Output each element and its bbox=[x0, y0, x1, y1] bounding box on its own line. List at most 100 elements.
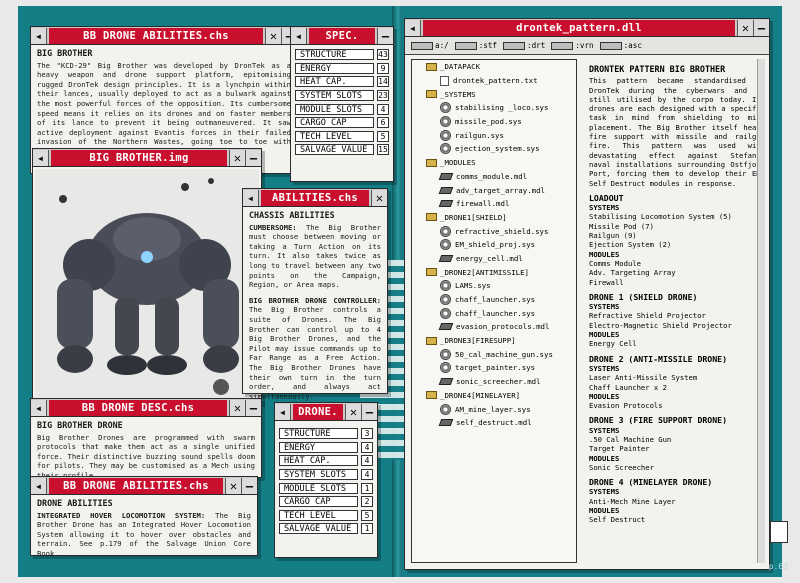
stat-label: MODULE SLOTS bbox=[295, 103, 374, 115]
paragraph: This pattern became standardised by Dron… bbox=[589, 76, 765, 188]
tree-file[interactable]: chaff_launcher.sys bbox=[412, 293, 576, 307]
close-icon[interactable]: ✕ bbox=[737, 19, 753, 36]
window-title: DRONE. bbox=[293, 403, 343, 420]
paragraph: The "KCD-29" Big Brother was developed b… bbox=[37, 60, 291, 156]
tree-file[interactable]: 50_cal_machine_gun.sys bbox=[412, 347, 576, 361]
tree-file[interactable]: ejection_system.sys bbox=[412, 142, 576, 156]
subsection-title: SYSTEMS bbox=[589, 302, 620, 312]
stat-label: HEAT CAP. bbox=[279, 455, 358, 467]
scrollbar[interactable] bbox=[757, 59, 765, 563]
folder-icon bbox=[426, 336, 437, 345]
title-bar: ◂ BB DRONE DESC.chs ✕ — bbox=[31, 399, 261, 417]
tree-file[interactable]: target_painter.sys bbox=[412, 361, 576, 375]
minimize-bar-icon[interactable]: — bbox=[245, 149, 261, 166]
tree-folder[interactable]: _DRONE2[ANTIMISSILE] bbox=[412, 265, 576, 279]
stat-label: SYSTEM SLOTS bbox=[279, 469, 358, 481]
minimize-bar-icon[interactable]: — bbox=[245, 399, 261, 416]
minimize-bar-icon[interactable]: — bbox=[377, 27, 393, 44]
section-title: DRONE 3 (FIRE SUPPORT DRONE) bbox=[589, 415, 728, 426]
window-abilities-bottom[interactable]: ◂ BB DRONE ABILITIES.chs ✕ — DRONE ABILI… bbox=[30, 476, 258, 558]
close-icon[interactable]: ✕ bbox=[265, 27, 281, 44]
minimize-bar-icon[interactable]: — bbox=[361, 403, 377, 420]
minimize-icon[interactable]: ◂ bbox=[31, 477, 47, 494]
stat-value: 3 bbox=[361, 428, 373, 440]
window-file-browser[interactable]: ◂ drontek_pattern.dll ✕ — a:/:stf:drt:vr… bbox=[404, 18, 770, 570]
folder-icon bbox=[426, 158, 437, 167]
tree-file[interactable]: sonic_screecher.mdl bbox=[412, 375, 576, 389]
stat-label: CARGO CAP bbox=[279, 496, 358, 508]
drive-toolbar: a:/ :stf :drt :vrn :asc bbox=[405, 37, 769, 55]
drive-button[interactable]: :stf bbox=[454, 41, 497, 50]
title-bar: ◂ DRONE. ✕ — bbox=[275, 403, 377, 421]
tree-folder[interactable]: _DRONE4[MINELAYER] bbox=[412, 389, 576, 403]
tree-folder[interactable]: _SYSTEMS bbox=[412, 87, 576, 101]
minimize-bar-icon[interactable]: — bbox=[753, 19, 769, 36]
tree-file[interactable]: missile_pod.sys bbox=[412, 115, 576, 129]
minimize-icon[interactable]: ◂ bbox=[405, 19, 421, 36]
tree-file[interactable]: drontek_pattern.txt bbox=[412, 74, 576, 88]
minimize-icon[interactable]: ◂ bbox=[243, 189, 259, 206]
tree-file[interactable]: AM_mine_layer.sys bbox=[412, 402, 576, 416]
window-title: ABILITIES.chs bbox=[261, 189, 369, 206]
minimize-icon[interactable]: ◂ bbox=[291, 27, 307, 44]
tree-folder[interactable]: _DRONE3[FIRESUPP] bbox=[412, 334, 576, 348]
tree-label: target_painter.sys bbox=[455, 363, 536, 373]
loadout-item: Energy Cell bbox=[589, 339, 637, 349]
minimize-icon[interactable]: ◂ bbox=[275, 403, 291, 420]
minimize-bar-icon[interactable]: — bbox=[241, 477, 257, 494]
close-icon[interactable]: ✕ bbox=[345, 403, 361, 420]
tree-file[interactable]: energy_cell.mdl bbox=[412, 252, 576, 266]
minimize-icon[interactable]: ◂ bbox=[31, 399, 47, 416]
tree-label: EM_shield_proj.sys bbox=[455, 240, 536, 250]
close-icon[interactable]: ✕ bbox=[371, 189, 387, 206]
window-drone-stats[interactable]: ◂ DRONE. ✕ — STRUCTURE 3 ENERGY 4 HEAT CAP. 4… bbox=[274, 402, 378, 558]
tree-folder[interactable]: _DRONE1[SHIELD] bbox=[412, 211, 576, 225]
tree-file[interactable]: railgun.sys bbox=[412, 128, 576, 142]
drive-button[interactable]: :drt bbox=[503, 41, 545, 50]
stat-value: 15 bbox=[377, 144, 389, 156]
tree-folder[interactable]: _DATAPACK bbox=[412, 60, 576, 74]
tree-file[interactable]: firewall.mdl bbox=[412, 197, 576, 211]
stat-row: SYSTEM SLOTS 23 bbox=[295, 89, 389, 103]
tree-file[interactable]: self_destruct.mdl bbox=[412, 416, 576, 430]
drive-button[interactable]: :asc bbox=[599, 41, 642, 50]
paragraph: CUMBERSOME: The Big Brother must choose … bbox=[249, 223, 381, 290]
ability-text: The Big Brother must choose between movi… bbox=[249, 222, 381, 290]
tree-file[interactable]: adv_target_array.mdl bbox=[412, 183, 576, 197]
tree-file[interactable]: chaff_launcher.sys bbox=[412, 306, 576, 320]
stat-label: CARGO CAP bbox=[295, 117, 374, 129]
window-drone-desc[interactable]: ◂ BB DRONE DESC.chs ✕ — BIG BROTHER DRON… bbox=[30, 398, 262, 480]
close-icon[interactable]: ✕ bbox=[225, 477, 241, 494]
stat-row: HEAT CAP. 14 bbox=[295, 75, 389, 89]
stat-row: CARGO CAP 6 bbox=[295, 116, 389, 130]
drive-button[interactable]: :vrn bbox=[551, 41, 594, 50]
drive-label: :drt bbox=[527, 41, 546, 50]
tree-label: chaff_launcher.sys bbox=[455, 308, 536, 318]
tree-file[interactable]: refractive_shield.sys bbox=[412, 224, 576, 238]
section-title: DRONE 1 (SHIELD DRONE) bbox=[589, 291, 698, 302]
loadout-item: Stabilising Locomotion System (5) bbox=[589, 212, 732, 222]
tree-file[interactable]: comms_module.mdl bbox=[412, 170, 576, 184]
close-icon[interactable]: ✕ bbox=[229, 399, 245, 416]
tree-file[interactable]: stabilising _loco.sys bbox=[412, 101, 576, 115]
window-image[interactable]: ◂ BIG BROTHER.img ✕ — bbox=[32, 148, 262, 404]
minimize-icon[interactable]: ◂ bbox=[31, 27, 47, 44]
stat-label: STRUCTURE bbox=[295, 49, 374, 61]
mech-illustration bbox=[35, 169, 259, 401]
window-body: BIG BROTHER The "KCD-29" Big Brother was… bbox=[31, 45, 297, 161]
drive-button[interactable]: a:/ bbox=[411, 41, 449, 50]
tree-folder[interactable]: _MODULES bbox=[412, 156, 576, 170]
tree-file[interactable]: evasion_protocols.mdl bbox=[412, 320, 576, 334]
loadout-item: Chaff Launcher x 2 bbox=[589, 382, 667, 392]
stat-row: TECH LEVEL 5 bbox=[279, 509, 373, 523]
document-icon bbox=[770, 521, 788, 543]
document-icon bbox=[440, 75, 449, 86]
window-spec[interactable]: ◂ SPEC. — STRUCTURE 43 ENERGY 9 HEAT CAP. 14 S… bbox=[290, 26, 394, 182]
tree-file[interactable]: LAMS.sys bbox=[412, 279, 576, 293]
minimize-icon[interactable]: ◂ bbox=[33, 149, 49, 166]
tree-file[interactable]: EM_shield_proj.sys bbox=[412, 238, 576, 252]
window-chassis-abilities[interactable]: ◂ ABILITIES.chs ✕ CHASSIS ABILITIES CUMB… bbox=[242, 188, 388, 401]
tree-label: _DRONE3[FIRESUPP] bbox=[440, 336, 516, 346]
file-tree[interactable]: _DATAPACK drontek_pattern.txt _SYSTEMS stab… bbox=[411, 59, 577, 563]
close-icon[interactable]: ✕ bbox=[229, 149, 245, 166]
